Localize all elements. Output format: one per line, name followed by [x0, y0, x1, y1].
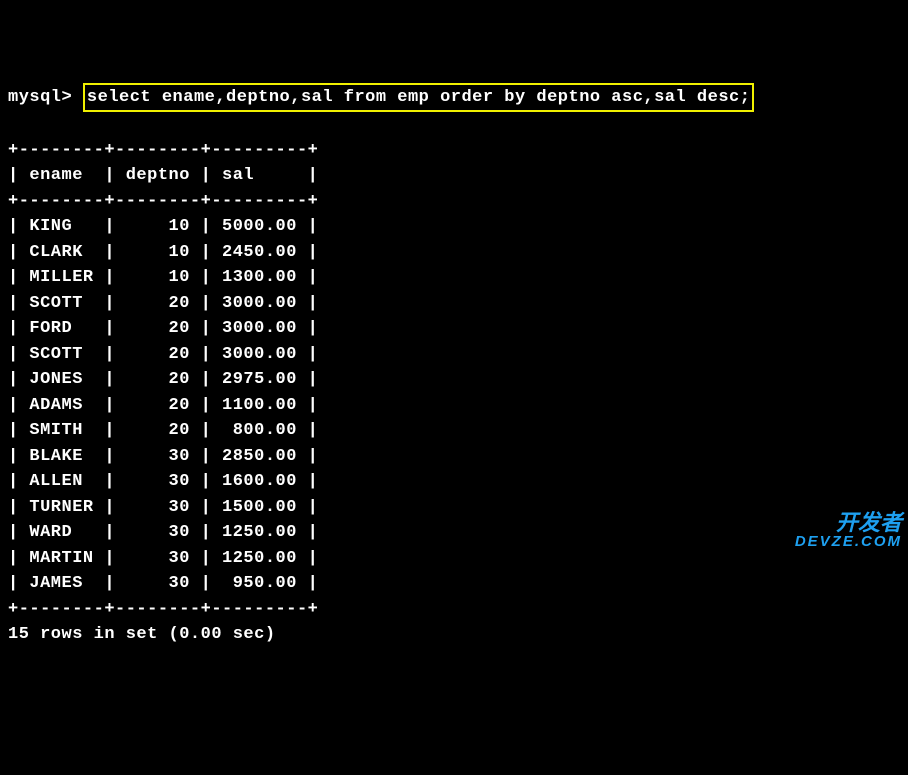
table-row: | JAMES | 30 | 950.00 | — [8, 574, 318, 593]
table-row: | ALLEN | 30 | 1600.00 | — [8, 472, 318, 491]
table-row: | MILLER | 10 | 1300.00 | — [8, 268, 318, 287]
watermark-line1: 开发者 — [836, 510, 902, 535]
table-row: | SCOTT | 20 | 3000.00 | — [8, 345, 318, 364]
table-row: | ADAMS | 20 | 1100.00 | — [8, 396, 318, 415]
table-row: | KING | 10 | 5000.00 | — [8, 217, 318, 236]
table-row: | FORD | 20 | 3000.00 | — [8, 319, 318, 338]
status-line: 15 rows in set (0.00 sec) — [8, 625, 276, 644]
watermark: 开发者 DEVZE.COM — [795, 512, 902, 549]
mysql-prompt: mysql> — [8, 88, 83, 107]
table-border-top: +--------+--------+---------+ — [8, 141, 318, 160]
watermark-line2: DEVZE.COM — [795, 534, 902, 549]
sql-query-text: select ename,deptno,sal from emp order b… — [87, 88, 751, 107]
table-row: | MARTIN | 30 | 1250.00 | — [8, 549, 318, 568]
table-row: | JONES | 20 | 2975.00 | — [8, 370, 318, 389]
table-row: | SMITH | 20 | 800.00 | — [8, 421, 318, 440]
table-row: | CLARK | 10 | 2450.00 | — [8, 243, 318, 262]
prompt-line: mysql> select ename,deptno,sal from emp … — [8, 83, 900, 113]
table-row: | TURNER | 30 | 1500.00 | — [8, 498, 318, 517]
table-border-bottom: +--------+--------+---------+ — [8, 600, 318, 619]
sql-query-highlight: select ename,deptno,sal from emp order b… — [83, 83, 755, 113]
table-border-mid: +--------+--------+---------+ — [8, 192, 318, 211]
table-header-row: | ename | deptno | sal | — [8, 166, 318, 185]
table-row: | SCOTT | 20 | 3000.00 | — [8, 294, 318, 313]
table-row: | BLAKE | 30 | 2850.00 | — [8, 447, 318, 466]
table-row: | WARD | 30 | 1250.00 | — [8, 523, 318, 542]
